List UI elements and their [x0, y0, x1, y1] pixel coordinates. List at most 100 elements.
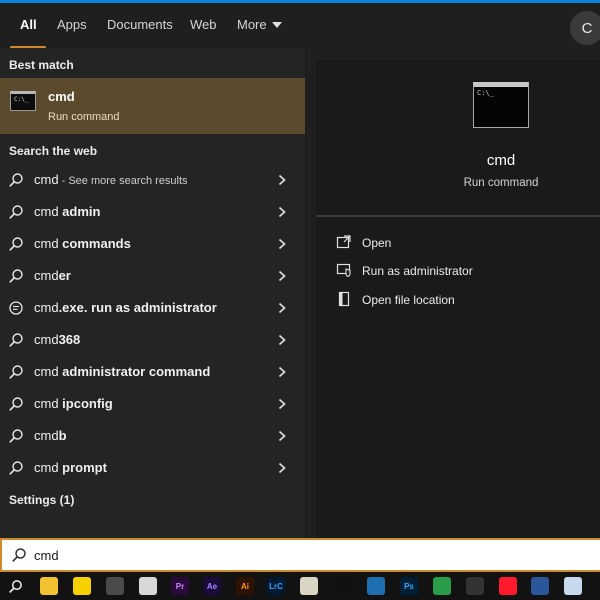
search-icon — [9, 173, 23, 187]
best-match-title: cmd — [48, 89, 75, 104]
web-result-suffix: b — [58, 428, 67, 443]
file-explorer-icon[interactable] — [40, 577, 58, 595]
word-icon[interactable] — [531, 577, 549, 595]
web-result-suffix: 368 — [58, 332, 81, 347]
search-icon — [9, 237, 23, 251]
web-result-item[interactable]: cmd - See more search results — [0, 165, 305, 195]
tab-web[interactable]: Web — [190, 17, 217, 32]
calculator-icon[interactable] — [106, 577, 124, 595]
section-search-web: Search the web — [9, 144, 98, 158]
preview-title: cmd — [486, 152, 516, 169]
opera-icon[interactable] — [499, 577, 517, 595]
web-result-prefix: cmd — [34, 396, 63, 411]
search-icon — [9, 333, 23, 347]
tab-apps[interactable]: Apps — [57, 17, 87, 32]
vscode-like-icon[interactable] — [367, 577, 385, 595]
photoshop-icon-label: Ps — [404, 581, 414, 591]
web-result-label: cmdb — [34, 428, 67, 443]
web-result-label: cmd ipconfig — [34, 396, 113, 411]
folder-location-icon — [338, 291, 350, 307]
search-input[interactable] — [34, 545, 574, 565]
web-result-label: cmd368 — [34, 332, 80, 347]
search-icon — [12, 548, 26, 562]
notepad-icon[interactable] — [564, 577, 582, 595]
web-result-item[interactable]: cmd commands — [0, 229, 305, 259]
web-result-suffix: .exe. run as administrator — [58, 300, 217, 315]
tab-more[interactable]: More — [237, 17, 282, 32]
sticky-notes-icon[interactable] — [73, 577, 91, 595]
search-icon — [9, 429, 23, 443]
tab-documents[interactable]: Documents — [107, 17, 173, 32]
web-result-prefix: cmd — [34, 172, 59, 187]
web-result-label: cmd - See more search results — [34, 172, 188, 187]
search-icon — [9, 269, 23, 283]
action-open-label: Open — [362, 236, 392, 250]
screen-recorder-icon[interactable] — [466, 577, 484, 595]
web-result-suffix: ipconfig — [62, 396, 113, 411]
caret-down-icon — [271, 22, 282, 28]
search-icon[interactable] — [6, 577, 24, 595]
web-result-item[interactable]: cmder — [0, 261, 305, 291]
chevron-right-icon — [278, 302, 286, 314]
media-player-icon[interactable] — [300, 577, 318, 595]
after-effects-icon-label: Ae — [206, 581, 218, 591]
action-open-file-location-label: Open file location — [362, 293, 455, 307]
search-icon — [9, 365, 23, 379]
results-list: Best match C:\_ cmd Run command Search t… — [0, 48, 305, 538]
web-result-prefix: cmd — [34, 236, 63, 251]
illustrator-icon-label: Ai — [241, 581, 249, 591]
chevron-right-icon — [278, 270, 286, 282]
web-result-prefix: cmd — [34, 300, 59, 315]
action-open[interactable]: Open — [336, 232, 586, 256]
best-match-subtitle: Run command — [48, 111, 120, 123]
chevron-right-icon — [278, 174, 286, 186]
web-result-suffix: admin — [62, 204, 101, 219]
preview-subtitle: Run command — [463, 177, 539, 189]
preview-divider — [316, 215, 600, 217]
action-open-file-location[interactable]: Open file location — [336, 289, 586, 313]
search-scope-tabs: All Apps Documents Web More C — [0, 3, 600, 49]
tab-more-label: More — [237, 17, 267, 32]
web-result-suffix: prompt — [62, 460, 107, 475]
web-result-label: cmd admin — [34, 204, 100, 219]
search-icon — [9, 461, 23, 475]
shield-admin-icon — [336, 263, 351, 278]
web-result-item[interactable]: cmd administrator command — [0, 357, 305, 387]
lightroom-classic-icon[interactable]: LrC — [267, 577, 285, 595]
preview-pane: C:\_ cmd Run command Open Run as adminis… — [316, 60, 600, 538]
search-box[interactable] — [0, 538, 600, 572]
illustrator-icon[interactable]: Ai — [236, 577, 254, 595]
paint-palette-icon[interactable] — [433, 577, 451, 595]
chevron-right-icon — [278, 366, 286, 378]
chevron-right-icon — [278, 430, 286, 442]
web-result-prefix: cmd — [34, 460, 63, 475]
web-result-label: cmd.exe. run as administrator — [34, 300, 217, 315]
web-result-prefix: cmd — [34, 428, 59, 443]
lightroom-classic-icon-label: LrC — [269, 581, 283, 591]
web-result-prefix: cmd — [34, 332, 59, 347]
premiere-pro-icon[interactable]: Pr — [171, 577, 189, 595]
tab-all[interactable]: All — [20, 17, 37, 32]
web-result-label: cmder — [34, 268, 71, 283]
command-prompt-icon: C:\_ — [10, 91, 36, 111]
web-result-item[interactable]: cmd prompt — [0, 453, 305, 483]
paint-icon[interactable] — [139, 577, 157, 595]
user-avatar[interactable]: C — [570, 11, 600, 45]
photoshop-icon[interactable]: Ps — [400, 577, 418, 595]
web-result-item[interactable]: cmd.exe. run as administrator — [0, 293, 305, 323]
action-run-as-admin[interactable]: Run as administrator — [336, 260, 586, 284]
open-external-icon — [336, 235, 351, 249]
chevron-right-icon — [278, 334, 286, 346]
web-result-item[interactable]: cmd ipconfig — [0, 389, 305, 419]
web-result-suffix: administrator command — [62, 364, 211, 379]
web-result-suffix: er — [58, 268, 71, 283]
chevron-right-icon — [278, 398, 286, 410]
web-result-item[interactable]: cmdb — [0, 421, 305, 451]
web-result-item[interactable]: cmd admin — [0, 197, 305, 227]
tiktok-icon[interactable] — [334, 577, 352, 595]
web-result-label: cmd prompt — [34, 460, 107, 475]
after-effects-icon[interactable]: Ae — [203, 577, 221, 595]
search-icon — [9, 205, 23, 219]
web-result-item[interactable]: cmd368 — [0, 325, 305, 355]
best-match-result[interactable]: C:\_ cmd Run command — [0, 78, 305, 134]
